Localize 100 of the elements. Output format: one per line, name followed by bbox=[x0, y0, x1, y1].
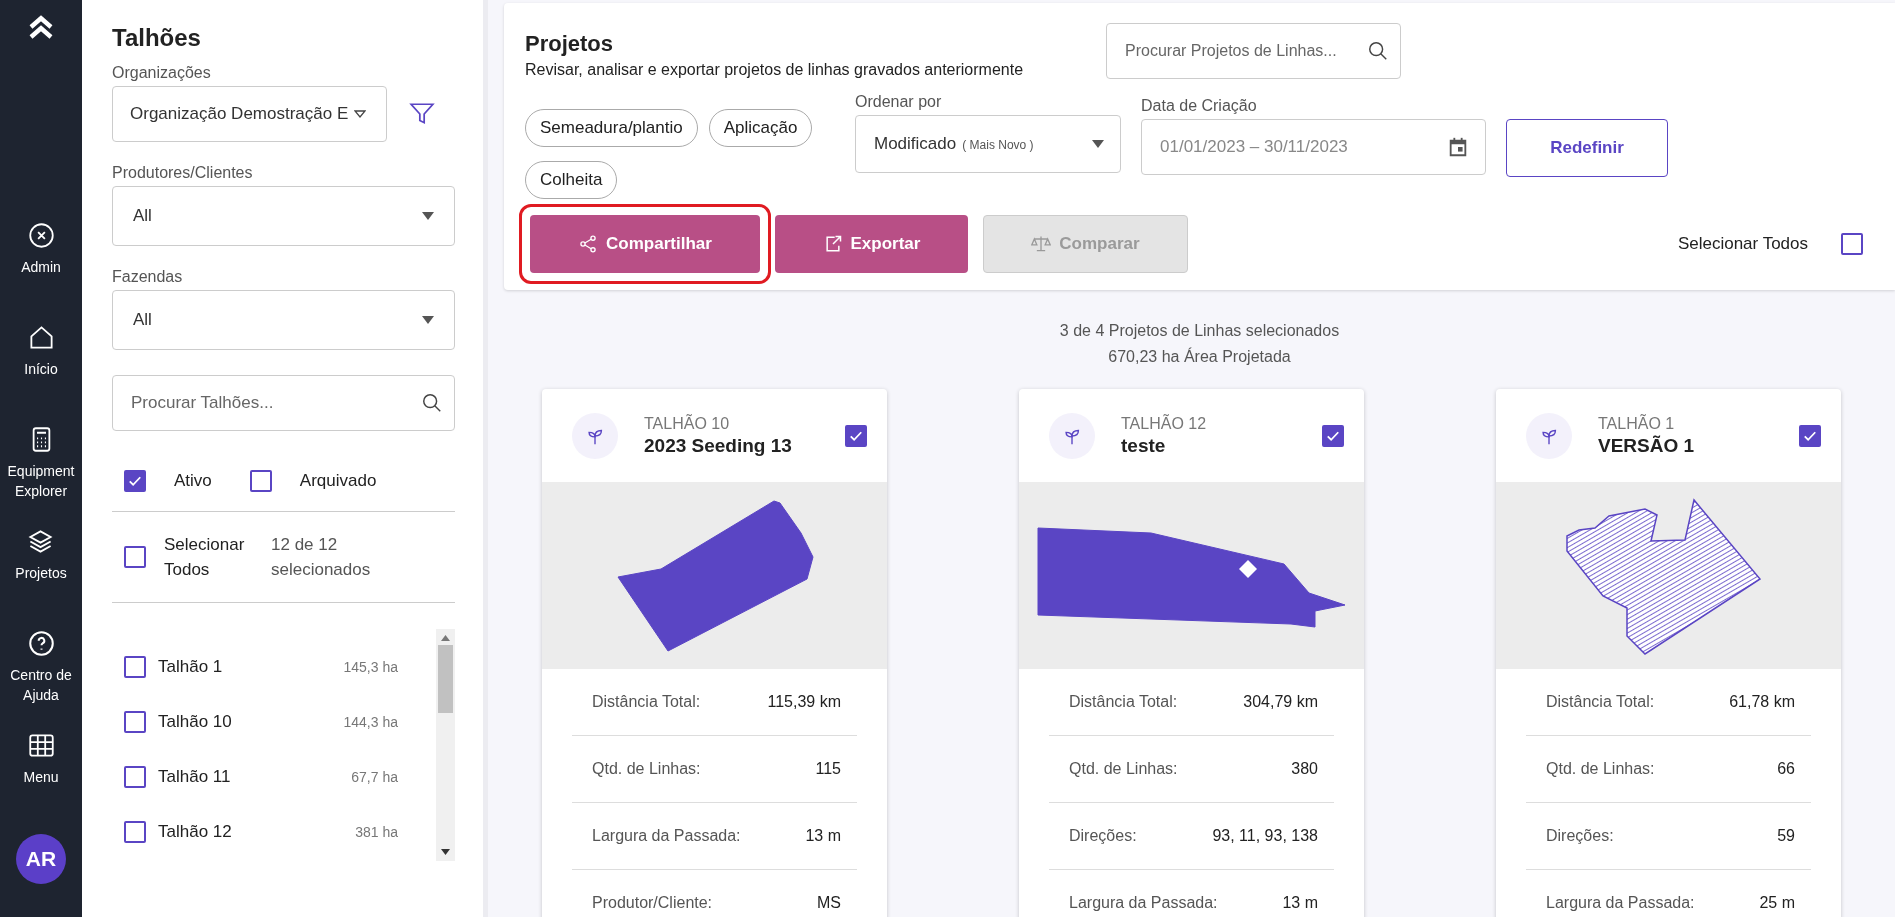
filter-chip[interactable]: Semeadura/plantio bbox=[525, 109, 698, 147]
field-label: Organizações bbox=[112, 64, 212, 82]
stat-value: 13 m bbox=[1282, 894, 1318, 912]
action-button[interactable]: Compartilhar bbox=[530, 215, 760, 273]
scroll-down-icon[interactable] bbox=[441, 849, 450, 855]
sprout-icon bbox=[1526, 412, 1572, 459]
search-field[interactable]: Procurar Talhões... bbox=[112, 375, 455, 431]
field-area: 145,3 ha bbox=[343, 658, 398, 675]
page-subtitle: Revisar, analisar e exportar projetos de linhas gravados anteriormente bbox=[525, 61, 1025, 79]
caret-icon bbox=[422, 316, 434, 324]
checkbox[interactable] bbox=[249, 470, 272, 492]
stat-label: Distância Total: bbox=[1546, 693, 1655, 711]
field-label: Data de Criação bbox=[1141, 97, 1258, 115]
stat-label: Largura da Passada: bbox=[1069, 894, 1218, 912]
nav-item[interactable]: Início bbox=[24, 324, 58, 426]
help-icon bbox=[27, 630, 55, 657]
selection-summary: 670,23 ha Área Projetada bbox=[1108, 346, 1291, 367]
scrollbar-thumb[interactable] bbox=[438, 645, 453, 713]
organization-dropdown[interactable]: Organização Demostração E bbox=[112, 86, 387, 142]
stat-label: Distância Total: bbox=[592, 693, 701, 711]
checkbox-label: Arquivado bbox=[299, 471, 377, 491]
checkbox[interactable] bbox=[124, 820, 146, 843]
stat-label: Distância Total: bbox=[1069, 693, 1178, 711]
field-name: Talhão 11 bbox=[158, 766, 232, 787]
home-icon bbox=[27, 324, 55, 351]
stat-value: 13 m bbox=[805, 827, 841, 845]
project-card[interactable]: TALHÃO 10 2023 Seeding 13 Distância Total: 115,39 km Qtd. de Linhas: 115 Largura da Passada: 13 m Produtor/Cliente: MS bbox=[542, 389, 887, 917]
stat-label: Produtor/Cliente: bbox=[592, 894, 713, 912]
action-button[interactable]: Exportar bbox=[775, 215, 968, 273]
checkbox[interactable] bbox=[124, 710, 146, 733]
search-icon bbox=[1367, 40, 1389, 62]
sort-dropdown[interactable]: Modificado ( Mais Novo ) bbox=[855, 115, 1121, 173]
field-area: 67,7 ha bbox=[351, 768, 398, 785]
caret-icon bbox=[422, 212, 434, 220]
search-icon bbox=[421, 392, 443, 414]
stat-value: 115 bbox=[815, 760, 841, 778]
checkbox[interactable] bbox=[124, 470, 146, 492]
stat-label: Qtd. de Linhas: bbox=[1546, 760, 1655, 778]
stat-value: 25 m bbox=[1759, 894, 1795, 912]
project-card[interactable]: TALHÃO 1 VERSÃO 1 Distância Total: 61,78 km Qtd. de Linhas: 66 Direções: 59 Largura da Passada: 25 m bbox=[1496, 389, 1841, 917]
scrollbar[interactable] bbox=[436, 629, 455, 861]
filter-chip[interactable]: Colheita bbox=[525, 161, 618, 199]
search-field[interactable]: Procurar Projetos de Linhas... bbox=[1106, 23, 1401, 79]
project-name: teste bbox=[1121, 434, 1167, 457]
producers-dropdown[interactable]: All bbox=[112, 186, 455, 246]
farms-dropdown[interactable]: All bbox=[112, 290, 455, 350]
nav-item[interactable]: Equipment Explorer bbox=[1, 426, 81, 528]
scale-icon bbox=[1031, 234, 1052, 254]
field-label: Fazendas bbox=[112, 268, 184, 286]
stat-label: Qtd. de Linhas: bbox=[1069, 760, 1178, 778]
checkbox[interactable] bbox=[845, 424, 867, 447]
stat-value: 59 bbox=[1777, 827, 1795, 845]
stat-label: Direções: bbox=[1069, 827, 1137, 845]
sidebar-title: Talhões bbox=[112, 24, 202, 52]
checkbox[interactable] bbox=[1799, 424, 1821, 447]
filter-chip[interactable]: Aplicação bbox=[708, 109, 813, 147]
checkbox[interactable] bbox=[1322, 424, 1344, 447]
project-name: 2023 Seeding 13 bbox=[644, 434, 793, 457]
sprout-icon bbox=[572, 412, 618, 459]
grid-icon bbox=[27, 732, 55, 759]
project-name: VERSÃO 1 bbox=[1598, 434, 1696, 457]
filter-icon[interactable] bbox=[409, 101, 435, 127]
caret-icon bbox=[354, 110, 366, 118]
stat-label: Direções: bbox=[1546, 827, 1614, 845]
field-area: 144,3 ha bbox=[343, 713, 398, 730]
selection-summary: 3 de 4 Projetos de Linhas selecionados bbox=[1059, 321, 1340, 341]
stat-value: 93, 11, 93, 138 bbox=[1212, 827, 1318, 845]
field-area: 381 ha bbox=[355, 823, 398, 840]
field-label: TALHÃO 1 bbox=[1598, 414, 1676, 433]
field-name: Talhão 10 bbox=[158, 711, 233, 732]
field-label: TALHÃO 10 bbox=[644, 414, 731, 433]
checkbox[interactable] bbox=[124, 765, 146, 788]
user-avatar[interactable]: AR bbox=[16, 834, 66, 884]
field-name: Talhão 12 bbox=[158, 821, 233, 842]
nav-item[interactable]: Projetos bbox=[15, 528, 67, 630]
stat-value: MS bbox=[817, 894, 841, 912]
nav-item[interactable]: Admin bbox=[21, 222, 61, 324]
share-icon bbox=[578, 234, 599, 254]
sprout-icon bbox=[1049, 412, 1095, 459]
checkbox-label: Selecionar Todos bbox=[164, 534, 246, 581]
nav-item[interactable]: Centro de Ajuda bbox=[1, 630, 81, 732]
checkbox[interactable] bbox=[124, 655, 146, 678]
calendar-icon bbox=[1447, 136, 1469, 158]
checkbox[interactable] bbox=[124, 546, 146, 568]
reset-button[interactable]: Redefinir bbox=[1506, 119, 1668, 177]
checkbox[interactable] bbox=[1841, 233, 1863, 255]
stat-label: Largura da Passada: bbox=[1546, 894, 1695, 912]
selection-count: 12 de 12 selecionados bbox=[271, 534, 372, 581]
stat-value: 61,78 km bbox=[1729, 693, 1795, 711]
date-range-field[interactable]: 01/01/2023 – 30/11/2023 bbox=[1141, 119, 1486, 175]
scroll-up-icon[interactable] bbox=[441, 635, 450, 641]
checkbox-label: Ativo bbox=[174, 471, 212, 491]
caret-icon bbox=[1092, 140, 1104, 148]
project-card[interactable]: TALHÃO 12 teste Distância Total: 304,79 km Qtd. de Linhas: 380 Direções: 93, 11, 93, 138 Largura da Passada: 13 m bbox=[1019, 389, 1364, 917]
nav-item[interactable]: Menu bbox=[23, 732, 59, 834]
page-title: Projetos bbox=[525, 31, 615, 57]
stat-label: Largura da Passada: bbox=[592, 827, 741, 845]
layers-icon bbox=[27, 528, 55, 555]
field-name: Talhão 1 bbox=[158, 656, 224, 677]
stat-value: 304,79 km bbox=[1243, 693, 1318, 711]
